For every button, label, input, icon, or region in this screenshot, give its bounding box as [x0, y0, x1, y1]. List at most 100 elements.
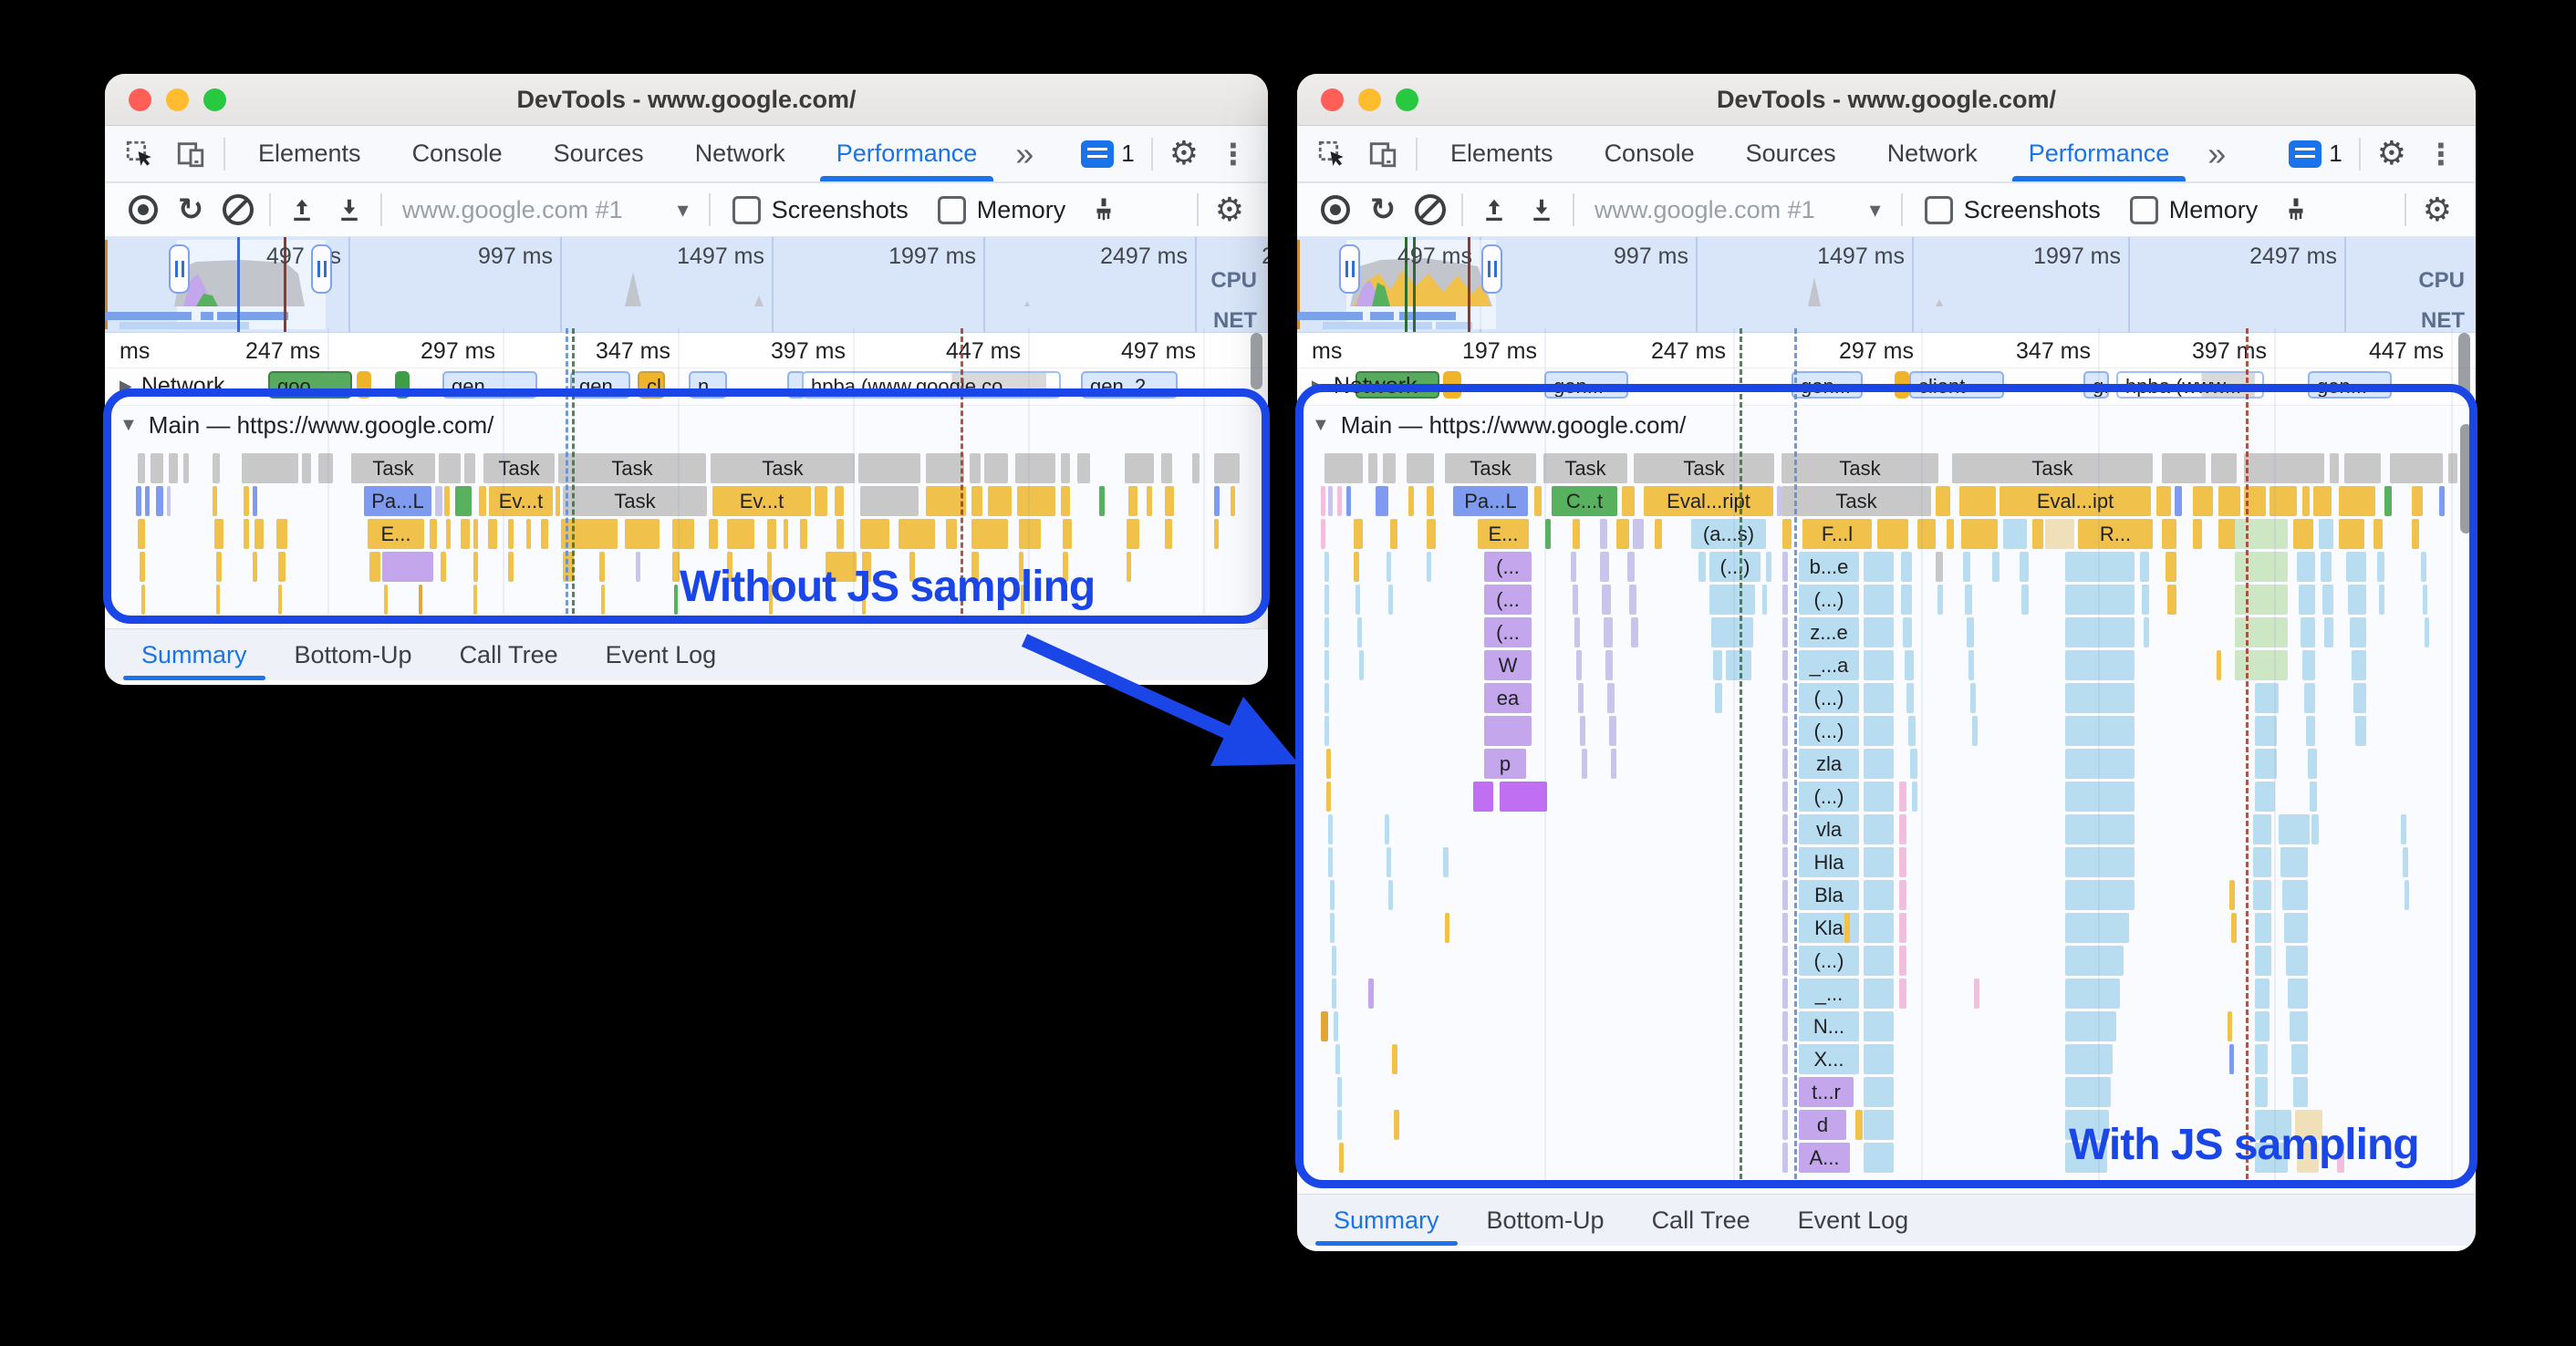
- flame-segment[interactable]: [2401, 814, 2406, 844]
- flame-segment[interactable]: [1782, 1044, 1788, 1074]
- flame-segment[interactable]: [2310, 782, 2317, 812]
- flame-segment[interactable]: [1782, 946, 1788, 976]
- flame-segment[interactable]: [2270, 486, 2297, 516]
- flame-segment[interactable]: [2032, 519, 2043, 549]
- flame-segment[interactable]: [1388, 880, 1393, 910]
- details-tab-call-tree[interactable]: Call Tree: [436, 629, 582, 680]
- flame-segment[interactable]: [1906, 683, 1914, 713]
- flame-segment[interactable]: [1899, 978, 1906, 1009]
- flame-segment[interactable]: [1017, 486, 1055, 516]
- flame-segment[interactable]: [2065, 978, 2120, 1009]
- flame-segment[interactable]: [1408, 486, 1414, 516]
- flame-segment[interactable]: [1782, 716, 1788, 746]
- flame-segment[interactable]: [2344, 453, 2381, 483]
- flame-segment[interactable]: [2255, 716, 2277, 746]
- flame-segment[interactable]: [216, 552, 222, 582]
- flame-segment[interactable]: [1782, 913, 1788, 943]
- flame-segment[interactable]: [2235, 585, 2288, 615]
- flame-segment[interactable]: [1782, 847, 1788, 877]
- flame-segment[interactable]: zla: [1799, 749, 1859, 779]
- flame-segment[interactable]: [1231, 486, 1235, 516]
- flame-segment[interactable]: [2021, 585, 2029, 615]
- flame-segment[interactable]: [1445, 913, 1449, 943]
- flame-segment[interactable]: [1633, 519, 1644, 549]
- flame-segment[interactable]: [1899, 814, 1906, 844]
- flame-segment[interactable]: Task: [1952, 453, 2153, 483]
- reload-record-button[interactable]: ↻: [1359, 190, 1407, 230]
- flame-segment[interactable]: [1324, 716, 1329, 746]
- flame-segment[interactable]: [1782, 650, 1788, 680]
- flame-segment[interactable]: [1443, 847, 1449, 877]
- flame-segment[interactable]: [1947, 519, 1954, 549]
- flame-segment[interactable]: [835, 486, 844, 516]
- flame-segment[interactable]: [1330, 880, 1335, 910]
- network-request-chip[interactable]: hpba (www...: [2116, 371, 2264, 399]
- flame-segment[interactable]: [1392, 1044, 1397, 1074]
- flame-segment[interactable]: [1905, 650, 1914, 680]
- flame-segment[interactable]: [1961, 519, 1998, 549]
- flame-segment[interactable]: [2217, 650, 2221, 680]
- details-tab-summary[interactable]: Summary: [1310, 1195, 1463, 1246]
- flame-segment[interactable]: [1864, 650, 1894, 680]
- flame-segment[interactable]: [2425, 617, 2429, 647]
- flame-segment[interactable]: [1580, 716, 1585, 746]
- flame-segment[interactable]: [1965, 585, 1972, 615]
- network-request-chip[interactable]: [395, 371, 410, 399]
- flame-segment[interactable]: [2156, 486, 2171, 516]
- flame-segment[interactable]: [1127, 552, 1131, 582]
- flame-segment[interactable]: [1339, 1143, 1344, 1173]
- flame-segment[interactable]: [2302, 650, 2315, 680]
- flame-segment[interactable]: [2229, 1044, 2234, 1074]
- flame-segment[interactable]: [244, 519, 249, 549]
- flame-segment[interactable]: [2346, 552, 2366, 582]
- flame-segment[interactable]: [2448, 453, 2457, 483]
- flame-segment[interactable]: [2244, 486, 2266, 516]
- flame-segment[interactable]: [599, 552, 605, 582]
- flame-segment[interactable]: [213, 486, 217, 516]
- network-request-chip[interactable]: goo...: [268, 371, 352, 399]
- network-request-chip[interactable]: client: [1909, 371, 2004, 399]
- tab-console[interactable]: Console: [1579, 126, 1720, 181]
- flame-segment[interactable]: [1582, 749, 1587, 779]
- flame-segment[interactable]: [1899, 782, 1906, 812]
- flame-segment[interactable]: [508, 552, 514, 582]
- inspect-icon[interactable]: [114, 126, 165, 181]
- flame-segment[interactable]: [1500, 782, 1547, 812]
- flame-segment[interactable]: [2175, 486, 2182, 516]
- flame-segment[interactable]: [1573, 585, 1578, 615]
- device-toolbar-icon[interactable]: [165, 126, 216, 181]
- flame-segment[interactable]: [2302, 486, 2310, 516]
- flame-segment[interactable]: [1330, 913, 1335, 943]
- history-select[interactable]: www.google.com #1 ▾: [1582, 196, 1894, 224]
- load-profile-icon[interactable]: [1470, 190, 1518, 230]
- flame-segment[interactable]: [1357, 617, 1362, 647]
- flame-segment[interactable]: [2319, 519, 2333, 549]
- network-request-chip[interactable]: gen_: [570, 371, 630, 399]
- network-track[interactable]: ▶ Network goo... gen_... gen_ cl n... hpba (ww…: [105, 368, 1268, 406]
- flame-segment[interactable]: [2229, 880, 2235, 910]
- flame-segment[interactable]: [253, 552, 257, 582]
- flame-segment[interactable]: [369, 552, 380, 582]
- flame-segment[interactable]: [488, 519, 497, 549]
- flame-segment[interactable]: [2321, 552, 2332, 582]
- selection-handle[interactable]: [311, 244, 332, 294]
- tab-elements[interactable]: Elements: [1425, 126, 1579, 181]
- inspect-icon[interactable]: [1306, 126, 1357, 181]
- flame-segment[interactable]: [1782, 1143, 1788, 1173]
- flame-segment[interactable]: [860, 486, 919, 516]
- gc-brush-icon[interactable]: [2272, 190, 2320, 230]
- network-request-chip[interactable]: gen...: [2308, 371, 2392, 399]
- tab-sources[interactable]: Sources: [528, 126, 670, 181]
- flame-segment[interactable]: [1963, 552, 1970, 582]
- flame-segment[interactable]: [439, 453, 461, 483]
- details-tab-event-log[interactable]: Event Log: [582, 629, 741, 680]
- flame-segment[interactable]: [183, 453, 189, 483]
- flame-segment[interactable]: [556, 486, 560, 516]
- flame-segment[interactable]: [1335, 1044, 1340, 1074]
- flame-segment[interactable]: [1165, 519, 1172, 549]
- flame-segment[interactable]: [145, 486, 150, 516]
- flame-segment[interactable]: [636, 552, 640, 582]
- flame-segment[interactable]: ea: [1484, 683, 1532, 713]
- flame-segment[interactable]: [1387, 847, 1391, 877]
- flame-segment[interactable]: [446, 519, 451, 549]
